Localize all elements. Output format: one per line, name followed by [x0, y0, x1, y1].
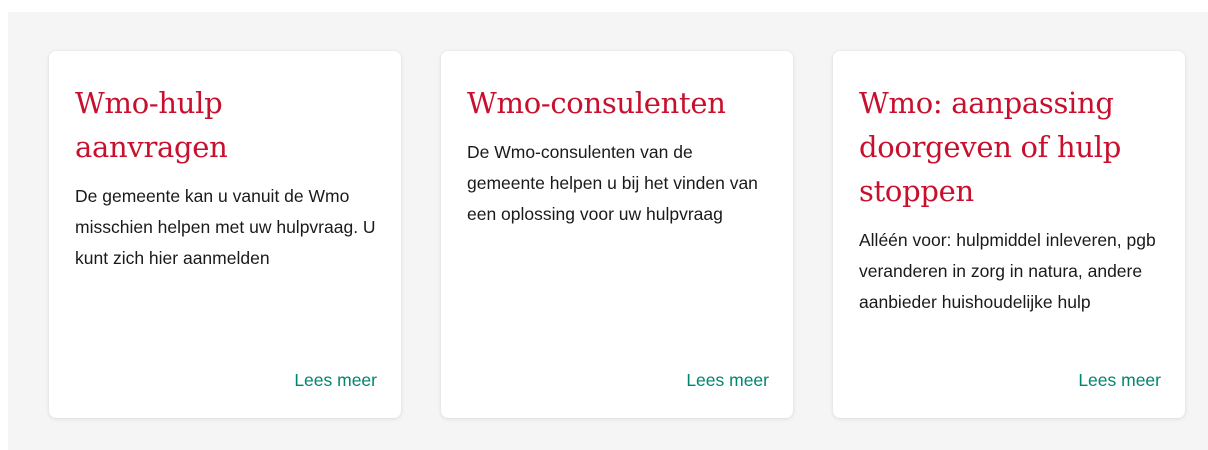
lees-meer-link[interactable]: Lees meer — [686, 370, 769, 391]
card-description: Alléén voor: hulpmiddel inleveren, pgb v… — [859, 230, 1156, 312]
card-wmo-consulenten[interactable]: Wmo-consulenten De Wmo-consulenten van d… — [441, 51, 793, 418]
card-title[interactable]: Wmo-consulenten — [467, 81, 768, 125]
lees-meer-link[interactable]: Lees meer — [1078, 370, 1161, 391]
card-wmo-hulp-aanvragen[interactable]: Wmo-hulp aanvragen De gemeente kan u van… — [49, 51, 401, 418]
card-title[interactable]: Wmo: aanpassing doorgeven of hulp stoppe… — [859, 81, 1160, 213]
card-description: De gemeente kan u vanuit de Wmo misschie… — [75, 186, 376, 268]
card-wmo-aanpassing-doorgeven[interactable]: Wmo: aanpassing doorgeven of hulp stoppe… — [833, 51, 1185, 418]
card-description: De Wmo-consulenten van de gemeente helpe… — [467, 142, 758, 224]
card-grid: Wmo-hulp aanvragen De gemeente kan u van… — [49, 51, 1185, 418]
card-title[interactable]: Wmo-hulp aanvragen — [75, 81, 376, 169]
lees-meer-link[interactable]: Lees meer — [294, 370, 377, 391]
